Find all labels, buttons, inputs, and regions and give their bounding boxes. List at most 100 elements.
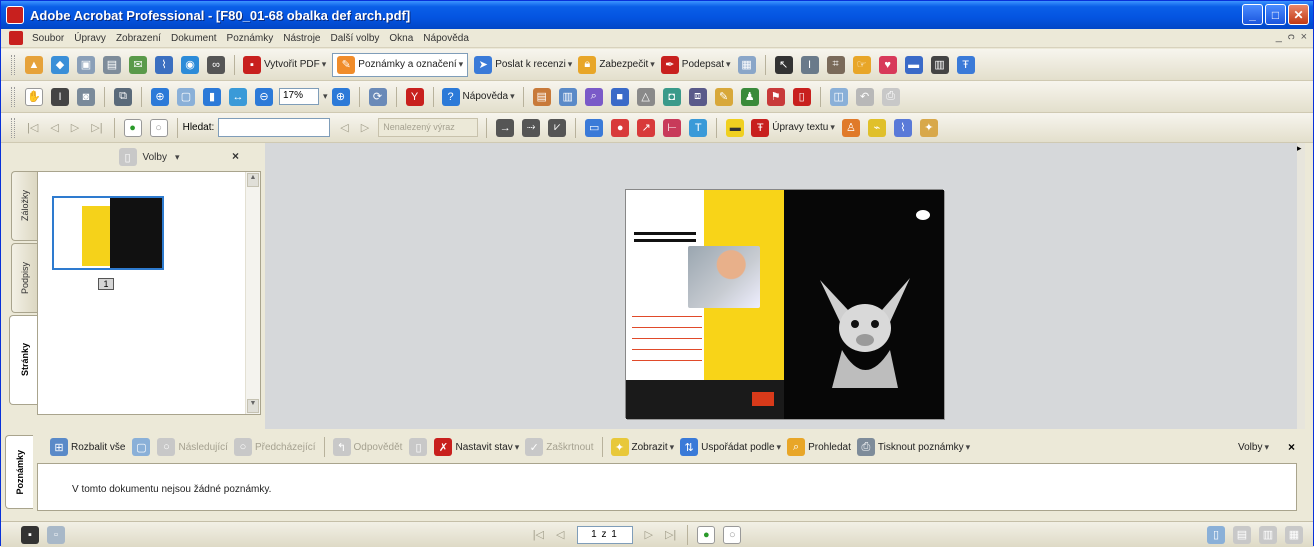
menu-comments[interactable]: Poznámky	[222, 33, 279, 44]
send-review-button[interactable]: ➤ Poslat k recenzi ▾	[474, 55, 572, 74]
zoom-dropdown-icon[interactable]: ▾	[323, 91, 328, 102]
zoom-in-plus-icon[interactable]: ⊕	[331, 87, 350, 106]
doc-minimize-icon[interactable]: _	[1276, 31, 1282, 43]
attach-file-icon[interactable]: ⌇	[893, 118, 912, 137]
open-icon[interactable]: ▲	[25, 55, 43, 74]
scroll-down-icon[interactable]: ▼	[247, 399, 259, 413]
print-grey-icon[interactable]: ⎙	[881, 87, 900, 106]
doc-close-icon[interactable]: ×	[1301, 31, 1307, 43]
textbox-icon[interactable]: T	[689, 118, 708, 137]
snapshot-tool-icon[interactable]: ◙	[77, 87, 95, 106]
text-size-icon[interactable]: Ŧ	[956, 55, 975, 74]
attach-icon[interactable]: ⌇	[155, 55, 173, 74]
page-thumbnail[interactable]	[52, 196, 164, 270]
pencil-icon[interactable]: ✎	[714, 87, 733, 106]
preflight-icon[interactable]: ◘	[662, 87, 681, 106]
last-page-icon[interactable]: ▷|	[91, 121, 102, 134]
title-bar[interactable]: Adobe Acrobat Professional - [F80_01-68 …	[1, 1, 1313, 29]
next-page-icon[interactable]: ▷	[71, 121, 79, 134]
secure-button[interactable]: 🔒︎ Zabezpečit ▾	[578, 55, 655, 74]
find-next-icon[interactable]: ▷	[361, 121, 369, 134]
toolbar-grip-3[interactable]	[11, 117, 15, 138]
toolbar-grip-2[interactable]	[11, 86, 15, 107]
menu-file[interactable]: Soubor	[27, 33, 69, 44]
search-web-icon[interactable]: Y	[405, 87, 424, 106]
actual-size-icon[interactable]: ▢	[177, 87, 195, 106]
tab-bookmarks[interactable]: Záložky	[11, 171, 37, 241]
continuous-facing-icon[interactable]: ▦	[1285, 525, 1303, 544]
first-page-icon[interactable]: |◁	[27, 121, 38, 134]
status-doc-icon[interactable]: ▫	[47, 525, 65, 544]
page-number-field[interactable]: 1 z 1	[576, 525, 633, 544]
color-icon[interactable]: ■	[610, 87, 629, 106]
highlight-icon[interactable]: ▬	[726, 118, 745, 137]
menu-document[interactable]: Dokument	[166, 33, 222, 44]
monitor-icon[interactable]: ▬	[904, 55, 923, 74]
save-icon[interactable]: ▣	[77, 55, 95, 74]
scroll-right-icon[interactable]: ▸	[1297, 143, 1305, 157]
sign-button[interactable]: ✒ Podepsat ▾	[660, 55, 731, 74]
pages-icon[interactable]: ▤	[532, 87, 551, 106]
select-arrow-icon[interactable]: ↖	[774, 55, 793, 74]
thumbnail-options-icon[interactable]: ▯	[118, 148, 137, 166]
highlighter-icon[interactable]: ⌁	[867, 118, 886, 137]
document-icon[interactable]	[9, 31, 23, 45]
search-comments-button[interactable]: ⌕ Prohledat	[787, 438, 851, 456]
nav-options-button[interactable]: Volby	[143, 152, 167, 163]
menu-advanced[interactable]: Další volby	[325, 33, 384, 44]
menu-window[interactable]: Okna	[384, 33, 418, 44]
zoom-input[interactable]: 17%	[279, 88, 319, 105]
fit-page-icon[interactable]: ▮	[203, 87, 221, 106]
find-input[interactable]	[218, 118, 331, 137]
status-first-page-icon[interactable]: |◁	[533, 528, 544, 541]
polyline-icon[interactable]: ⩗	[548, 118, 567, 137]
facing-icon[interactable]: ▥	[1259, 525, 1277, 544]
print-icon[interactable]: ▤	[103, 55, 121, 74]
navigation-icon[interactable]: ◫	[829, 87, 848, 106]
document-scrollbar[interactable]: ▸	[1297, 143, 1305, 429]
status-prev-view-icon[interactable]: ●	[697, 525, 716, 544]
prev-page-icon[interactable]: ◁	[50, 121, 58, 134]
toolbar-grip[interactable]	[11, 54, 15, 75]
status-next-page-icon[interactable]: ▷	[645, 528, 653, 541]
page-layout-icon[interactable]: ▪	[21, 525, 39, 544]
doc-restore-icon[interactable]: ᴒ	[1288, 31, 1295, 43]
acrobat-app-icon[interactable]	[6, 6, 24, 24]
rotate-icon[interactable]: ⟳	[368, 87, 387, 106]
comment-markup-button[interactable]: ✎ Poznámky a označení ▾	[332, 52, 469, 77]
arrow-tool-icon[interactable]: →	[496, 118, 515, 137]
status-last-page-icon[interactable]: ▷|	[665, 528, 676, 541]
oval-icon[interactable]: ●	[611, 118, 630, 137]
single-page-icon[interactable]: ▯	[1207, 525, 1225, 544]
web-icon[interactable]: ◉	[181, 55, 199, 74]
status-prev-page-icon[interactable]: ◁	[556, 528, 564, 541]
zoom-out-icon[interactable]: ⊖	[255, 87, 273, 106]
checkmark-button[interactable]: ✓ Zaškrtnout	[525, 438, 594, 456]
maximize-button[interactable]: □	[1265, 4, 1286, 25]
pdf-page-spread[interactable]	[625, 189, 944, 419]
sort-by-button[interactable]: ⇅ Uspořádat podle ▾	[680, 438, 781, 456]
tab-pages[interactable]: Stránky	[9, 315, 39, 405]
dimension-icon[interactable]: ⊢	[663, 118, 682, 137]
menu-view[interactable]: Zobrazení	[111, 33, 166, 44]
note-tool-icon[interactable]: ▭	[585, 118, 604, 137]
text-select-icon[interactable]: I	[800, 55, 819, 74]
minimize-button[interactable]: _	[1242, 4, 1263, 25]
help-button[interactable]: ? Nápověda ▾	[441, 87, 515, 106]
menu-tools[interactable]: Nástroje	[278, 33, 325, 44]
continuous-icon[interactable]: ▤	[1233, 525, 1251, 544]
menu-edit[interactable]: Úpravy	[69, 33, 111, 44]
email-icon[interactable]: ✉	[129, 55, 147, 74]
reply-button[interactable]: ↰ Odpovědět	[332, 438, 402, 456]
collapse-icon[interactable]: ▢	[132, 438, 151, 456]
create-pdf-button[interactable]: ▪ Vytvořit PDF ▾	[243, 55, 326, 74]
undo-icon[interactable]: ↶	[855, 87, 874, 106]
hand-wave-icon[interactable]: ☞	[852, 55, 871, 74]
comments-close-icon[interactable]: ×	[1288, 440, 1295, 454]
next-view-icon[interactable]: ○	[149, 118, 168, 137]
fit-width-icon[interactable]: ↔	[229, 87, 247, 106]
expand-all-button[interactable]: ⊞ Rozbalit vše	[50, 438, 125, 456]
extract-icon[interactable]: ▥	[558, 87, 577, 106]
hand-tool-icon[interactable]: ✋	[25, 87, 43, 106]
text-edits-button[interactable]: Ŧ Úpravy textu ▾	[751, 118, 835, 137]
